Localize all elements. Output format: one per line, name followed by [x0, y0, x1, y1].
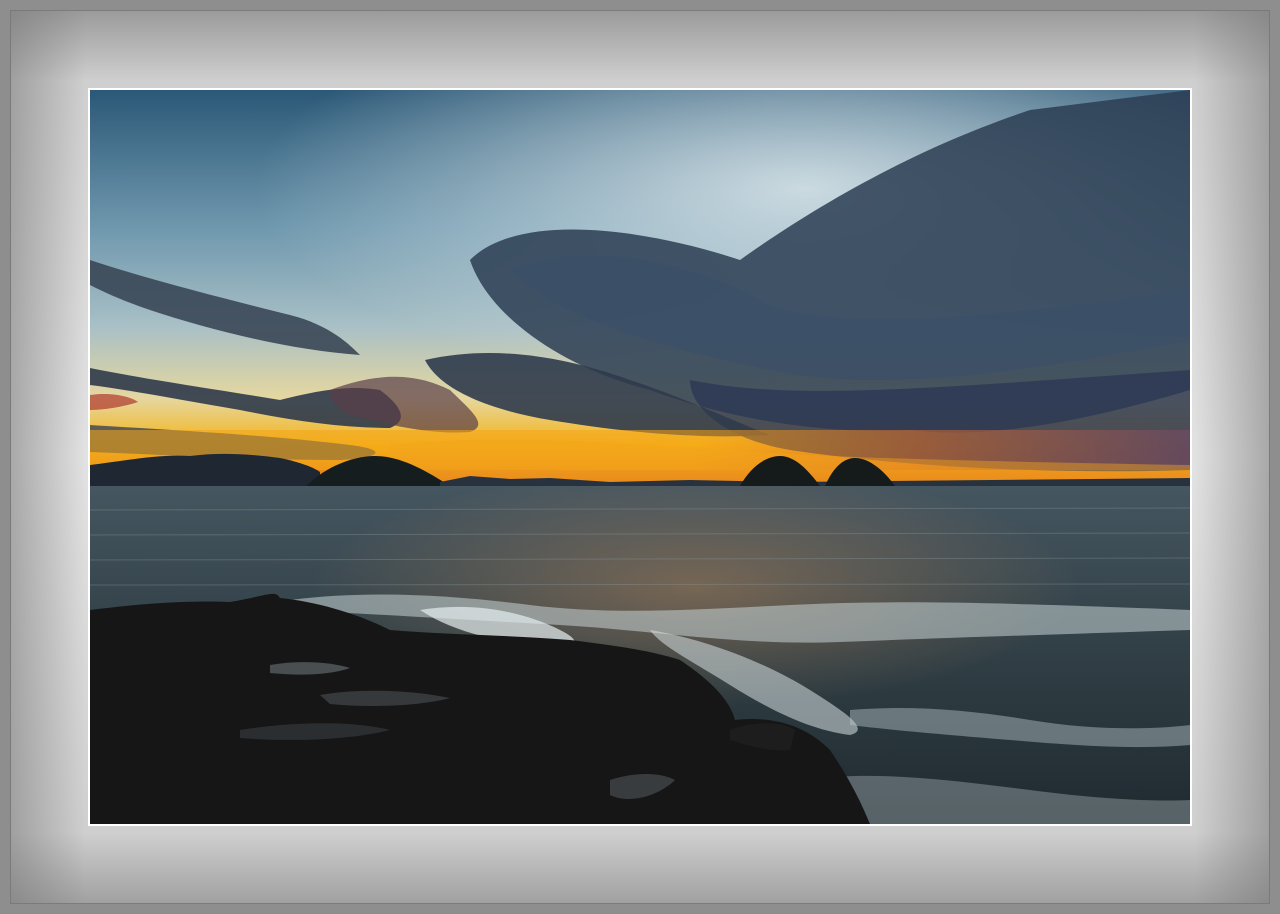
outer-frame	[0, 0, 1280, 914]
seascape-illustration	[90, 90, 1190, 824]
seascape-photo	[90, 90, 1190, 824]
